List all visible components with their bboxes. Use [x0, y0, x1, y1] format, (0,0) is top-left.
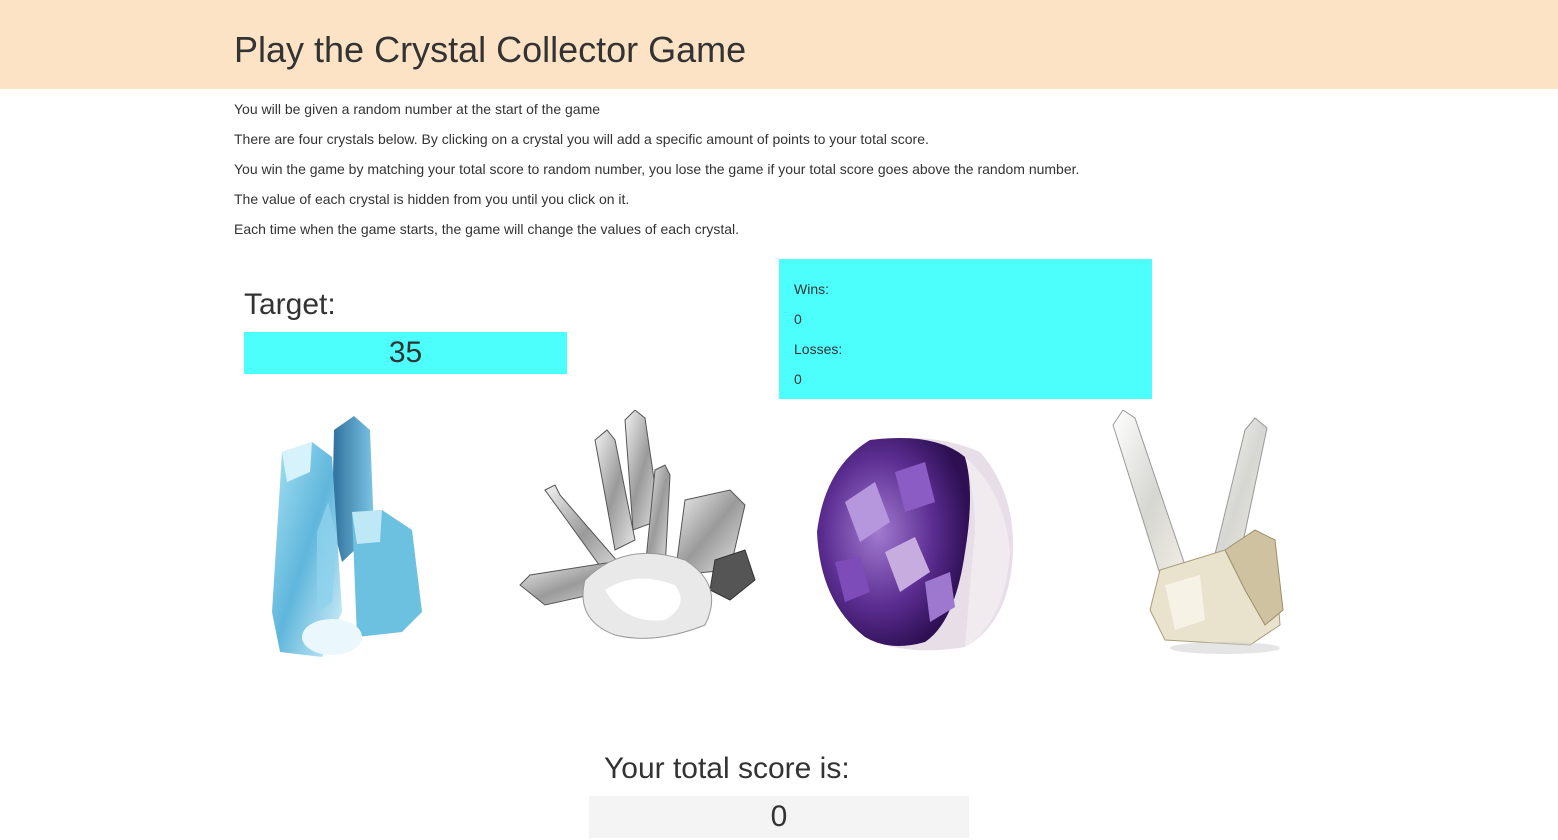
target-label: Target: — [244, 288, 336, 321]
amethyst-icon — [817, 437, 1014, 651]
instruction-line: The value of each crystal is hidden from… — [234, 191, 630, 207]
losses-value: 0 — [794, 371, 802, 387]
instructions: You will be given a random number at the… — [234, 99, 1234, 249]
crystal-button-3[interactable] — [815, 432, 1020, 654]
quartz-points-icon — [1112, 409, 1284, 654]
page-header: Play the Crystal Collector Game — [0, 0, 1558, 89]
crystal-button-4[interactable] — [1105, 409, 1290, 655]
quartz-cluster-icon — [519, 409, 756, 639]
instruction-line: Each time when the game starts, the game… — [234, 221, 740, 237]
target-number: 35 — [244, 332, 567, 374]
instruction-line: You win the game by matching your total … — [234, 161, 1080, 177]
total-score: 0 — [589, 796, 969, 838]
aqua-crystal-icon — [272, 416, 422, 657]
instruction-line: There are four crystals below. By clicki… — [234, 131, 929, 147]
stats-panel: Wins: 0 Losses: 0 — [779, 259, 1152, 399]
score-label: Your total score is: — [604, 752, 850, 785]
crystal-button-2[interactable] — [515, 409, 760, 645]
wins-label: Wins: — [794, 281, 829, 297]
losses-label: Losses: — [794, 341, 843, 357]
wins-value: 0 — [794, 311, 802, 327]
instruction-line: You will be given a random number at the… — [234, 101, 601, 117]
page-title: Play the Crystal Collector Game — [234, 29, 747, 70]
crystal-button-1[interactable] — [262, 412, 432, 662]
